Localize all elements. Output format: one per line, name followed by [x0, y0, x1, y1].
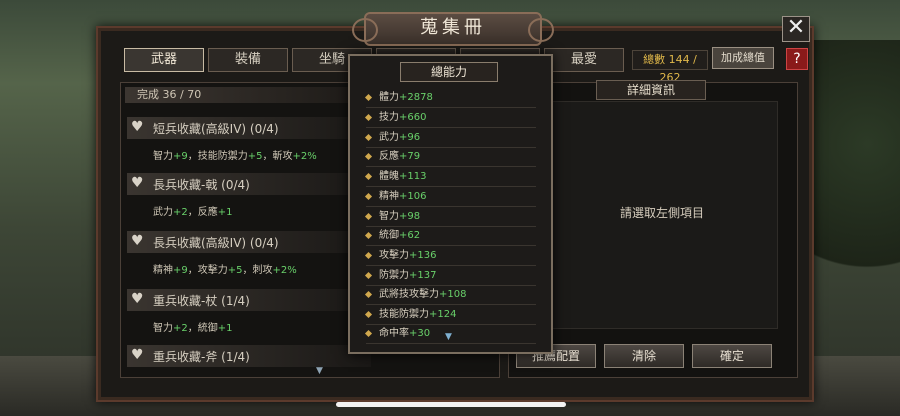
- stat-row: 反應+79: [364, 147, 536, 167]
- total-stats-popup: 總能力 體力+2878 技力+660 武力+96 反應+79 體魄+113 精神…: [348, 54, 553, 354]
- stat-row: 精神+106: [364, 187, 536, 207]
- diamond-icon: [364, 192, 373, 200]
- stat-row: 武將技攻擊力+108: [364, 285, 536, 305]
- completion-label: 完成 36 / 70: [125, 87, 367, 103]
- stat-row: 攻擊力+136: [364, 246, 536, 266]
- heart-icon[interactable]: ♥: [131, 348, 147, 362]
- popup-scroll-down-icon[interactable]: ▼: [445, 332, 452, 342]
- entry-title: 重兵收藏-杖 (1/4): [153, 294, 250, 308]
- entry-stats: 智力+9，技能防禦力+5，斬攻+2%: [153, 151, 317, 162]
- diamond-icon: [364, 290, 373, 298]
- entry-stats: 智力+2，統御+1: [153, 323, 233, 334]
- diamond-icon: [364, 133, 373, 141]
- detail-title: 詳細資訊: [596, 80, 706, 100]
- confirm-button[interactable]: 確定: [692, 344, 772, 368]
- stat-row: 防禦力+137: [364, 266, 536, 286]
- stat-row: 武力+96: [364, 128, 536, 148]
- heart-icon[interactable]: ♥: [131, 292, 147, 306]
- entry-title: 長兵收藏-戟 (0/4): [153, 178, 250, 192]
- tab-weapons[interactable]: 武器: [124, 48, 204, 72]
- entry-stats: 武力+2，反應+1: [153, 207, 233, 218]
- close-button[interactable]: ✕: [782, 16, 810, 42]
- diamond-icon: [364, 231, 373, 239]
- entry-title: 長兵收藏(高級IV) (0/4): [153, 236, 279, 250]
- diamond-icon: [364, 271, 373, 279]
- scroll-down-icon[interactable]: ▼: [316, 366, 323, 376]
- entry-title: 短兵收藏(高級IV) (0/4): [153, 122, 279, 136]
- stat-row: 統御+62: [364, 226, 536, 246]
- heart-icon[interactable]: ♥: [131, 176, 147, 190]
- entry-stats: 精神+9，攻擊力+5，刺攻+2%: [153, 265, 297, 276]
- stat-row: 體力+2878: [364, 88, 536, 108]
- diamond-icon: [364, 172, 373, 180]
- diamond-icon: [364, 310, 373, 318]
- stat-row: 智力+98: [364, 207, 536, 227]
- help-button[interactable]: ?: [786, 48, 808, 70]
- total-count: 總數 144 / 262: [632, 50, 708, 84]
- diamond-icon: [364, 152, 373, 160]
- bonus-total-button[interactable]: 加成總值: [712, 47, 774, 69]
- close-icon: ✕: [786, 15, 806, 40]
- diamond-icon: [364, 251, 373, 259]
- stat-row: 體魄+113: [364, 167, 536, 187]
- diamond-icon: [364, 329, 373, 337]
- diamond-icon: [364, 113, 373, 121]
- entry-title: 重兵收藏-斧 (1/4): [153, 350, 250, 364]
- stat-row: 技能防禦力+124: [364, 305, 536, 325]
- home-indicator[interactable]: [336, 402, 566, 407]
- detail-hint: 請選取左側項目: [619, 206, 704, 220]
- diamond-icon: [364, 93, 373, 101]
- tab-equipment[interactable]: 裝備: [208, 48, 288, 72]
- diamond-icon: [364, 212, 373, 220]
- heart-icon[interactable]: ♥: [131, 120, 147, 134]
- popup-title: 總能力: [400, 62, 498, 82]
- window-title: 蒐集冊: [352, 12, 554, 46]
- heart-icon[interactable]: ♥: [131, 234, 147, 248]
- tab-favorites[interactable]: 最愛: [544, 48, 624, 72]
- clear-button[interactable]: 清除: [604, 344, 684, 368]
- stat-row: 技力+660: [364, 108, 536, 128]
